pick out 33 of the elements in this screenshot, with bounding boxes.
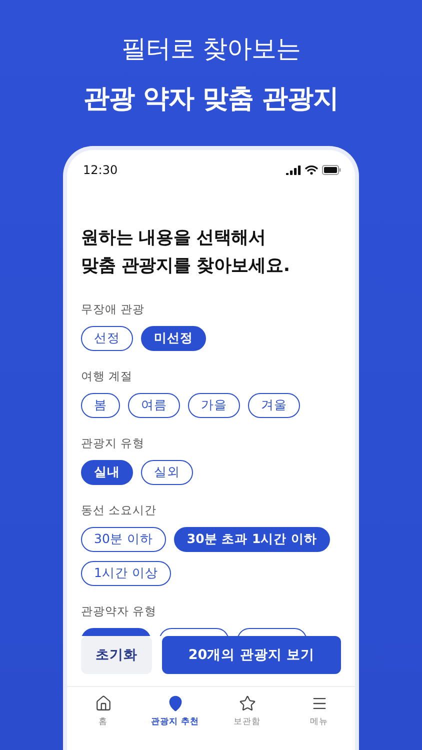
filter-chip[interactable]: 실외 [141, 460, 193, 485]
home-icon [94, 695, 112, 712]
filter-label: 동선 소요시간 [81, 503, 158, 518]
filter-chip[interactable]: 30분 이하 [81, 527, 166, 552]
battery-icon [322, 165, 341, 175]
filter-chip[interactable]: 1시간 이상 [81, 561, 171, 586]
page-heading: 원하는 내용을 선택해서 맞춤 관광지를 찾아보세요. [81, 227, 290, 278]
filter-chip[interactable]: 선정 [81, 326, 133, 351]
wifi-icon [305, 165, 318, 175]
map-pin-icon [166, 695, 184, 712]
nav-tab[interactable]: 보관함 [211, 695, 283, 728]
filter-chip[interactable]: 봄 [81, 393, 120, 418]
reset-button[interactable]: 초기화 [81, 636, 152, 674]
filter-chip[interactable]: 30분 초과 1시간 이하 [174, 527, 330, 552]
menu-icon [310, 695, 328, 712]
nav-tab[interactable]: 홈 [67, 695, 139, 728]
nav-tab[interactable]: 메뉴 [283, 695, 355, 728]
filter-label: 무장애 관광 [81, 302, 146, 317]
filter-chip[interactable]: 겨울 [248, 393, 300, 418]
filter-label: 관광지 유형 [81, 436, 146, 451]
signal-icon [286, 165, 301, 175]
status-time: 12:30 [83, 163, 118, 177]
filter-label: 관광약자 유형 [81, 604, 158, 619]
filter-chip[interactable]: 여름 [128, 393, 180, 418]
nav-tab[interactable]: 관광지 추천 [139, 695, 211, 728]
apply-button[interactable]: 20개의 관광지 보기 [162, 636, 341, 674]
filter-chip[interactable]: 미선정 [141, 326, 206, 351]
header-title: 관광 약자 맞춤 관광지 [83, 83, 339, 116]
filter-chip[interactable]: 실내 [81, 460, 133, 485]
filter-label: 여행 계절 [81, 369, 134, 384]
header-subtitle: 필터로 찾아보는 [122, 33, 300, 65]
filter-chip[interactable]: 가을 [188, 393, 240, 418]
star-icon [238, 695, 256, 712]
